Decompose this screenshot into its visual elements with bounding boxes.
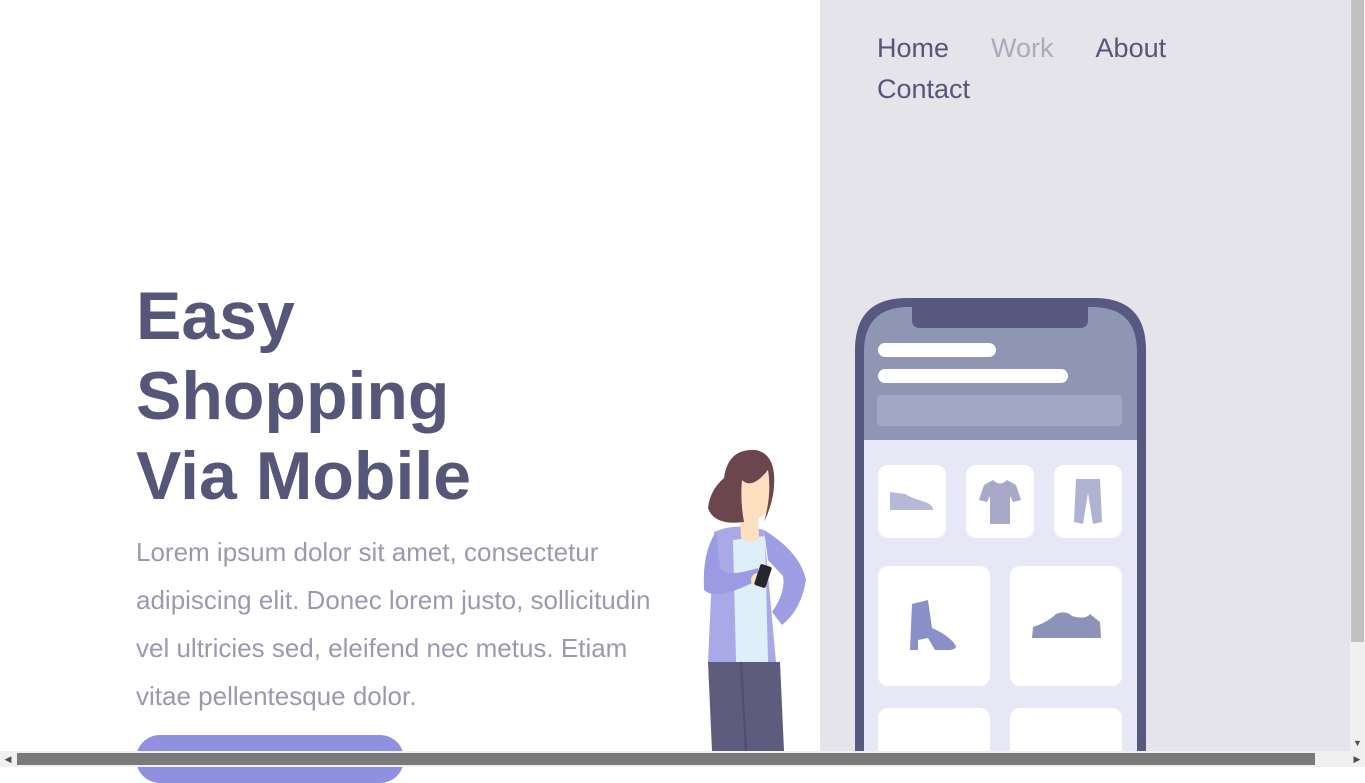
- main-nav: Home Work About Contact: [877, 28, 1217, 110]
- nav-home-link[interactable]: Home: [877, 28, 949, 69]
- nav-about-link[interactable]: About: [1096, 28, 1167, 69]
- headline-line-3: Via Mobile: [136, 438, 472, 514]
- vertical-scrollbar[interactable]: ▼: [1350, 0, 1365, 751]
- nav-contact-link[interactable]: Contact: [877, 69, 970, 110]
- scroll-down-arrow-icon[interactable]: ▼: [1350, 737, 1365, 749]
- phone-mockup: [855, 298, 1146, 751]
- scroll-left-arrow-icon[interactable]: ◀: [0, 751, 16, 767]
- hero-description: Lorem ipsum dolor sit amet, consectetur …: [136, 537, 651, 711]
- woman-figure: [703, 449, 806, 751]
- nav-work-link[interactable]: Work: [991, 28, 1054, 69]
- vertical-scrollbar-thumb[interactable]: [1351, 0, 1364, 642]
- hero-illustration: [703, 298, 1146, 751]
- hero-headline: Easy Shopping Via Mobile: [136, 276, 471, 516]
- headline-line-2: Shopping: [136, 358, 450, 434]
- horizontal-scrollbar[interactable]: ◀ ▶: [0, 751, 1365, 767]
- scroll-right-arrow-icon[interactable]: ▶: [1349, 751, 1365, 767]
- horizontal-scrollbar-thumb[interactable]: [17, 753, 1315, 765]
- headline-line-1: Easy: [136, 278, 295, 354]
